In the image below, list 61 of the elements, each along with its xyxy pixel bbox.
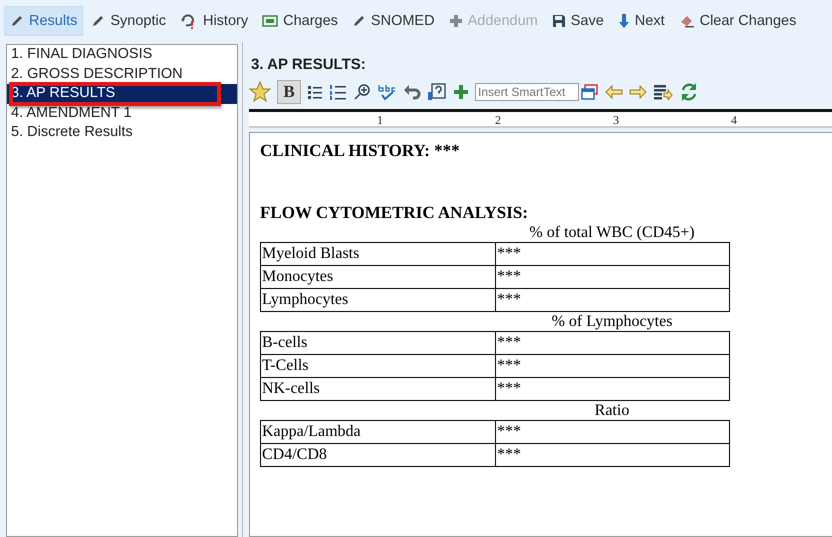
plus-icon bbox=[448, 14, 463, 28]
numbered-list-icon[interactable] bbox=[329, 83, 347, 101]
section-item[interactable]: 4. AMENDMENT 1 bbox=[7, 104, 237, 123]
ruler-number: 4 bbox=[730, 112, 737, 128]
document-heading: CLINICAL HISTORY: *** bbox=[260, 141, 461, 161]
smarttext-field[interactable]: Insert SmartText bbox=[475, 83, 579, 101]
pencil-icon bbox=[352, 14, 366, 28]
table-cell: *** bbox=[496, 354, 730, 378]
table-cell: *** bbox=[496, 332, 730, 354]
table-caption: Ratio bbox=[594, 401, 630, 420]
ruler-number: 1 bbox=[376, 112, 383, 128]
table-cell: Lymphocytes bbox=[260, 288, 496, 312]
left-arrow-icon[interactable] bbox=[605, 85, 623, 99]
table-cell: *** bbox=[496, 266, 730, 288]
table-cell: B-cells bbox=[260, 332, 496, 354]
ruler-number: 2 bbox=[494, 112, 501, 128]
table-cell: *** bbox=[496, 288, 730, 312]
down-arrow-icon bbox=[618, 13, 630, 29]
ruler-number: 3 bbox=[612, 112, 619, 128]
toolbar-button[interactable]: Results bbox=[4, 6, 84, 36]
table-cell: T-Cells bbox=[260, 354, 496, 378]
section-title: 3. AP RESULTS: bbox=[251, 56, 367, 73]
table-caption: % of total WBC (CD45+) bbox=[529, 223, 695, 242]
table-cell: *** bbox=[496, 378, 730, 400]
toolbar-button[interactable]: Save bbox=[546, 6, 610, 36]
toolbar-button[interactable]: History bbox=[174, 6, 254, 36]
section-item[interactable]: 1. FINAL DIAGNOSIS bbox=[7, 45, 237, 64]
plus-icon[interactable] bbox=[453, 84, 469, 100]
eraser-icon bbox=[678, 14, 695, 28]
window-icon[interactable] bbox=[581, 84, 599, 100]
toolbar-button[interactable]: Clear Changes bbox=[672, 6, 802, 36]
table-cell: Myeloid Blasts bbox=[260, 242, 496, 266]
toolbar-button[interactable]: Synoptic bbox=[85, 6, 172, 36]
right-arrow-icon[interactable] bbox=[629, 85, 647, 99]
pencil-icon bbox=[10, 14, 24, 28]
toolbar-button[interactable]: Next bbox=[612, 6, 671, 36]
refresh-icon[interactable] bbox=[679, 82, 699, 102]
table-cell: *** bbox=[496, 420, 730, 444]
pencil-icon bbox=[91, 14, 106, 28]
table-cell: CD4/CD8 bbox=[260, 444, 496, 466]
table-cell: *** bbox=[496, 444, 730, 466]
star-icon[interactable] bbox=[249, 81, 271, 103]
spellcheck-icon[interactable] bbox=[377, 83, 397, 101]
help-icon[interactable] bbox=[427, 82, 447, 102]
bullet-list-icon[interactable] bbox=[307, 84, 323, 100]
bold-button[interactable]: B bbox=[277, 80, 301, 104]
table-cell: NK-cells bbox=[260, 378, 496, 400]
lines-arrow-icon[interactable] bbox=[653, 84, 673, 100]
table-cell: Monocytes bbox=[260, 266, 496, 288]
table-caption: % of Lymphocytes bbox=[552, 312, 672, 331]
document-subheading: FLOW CYTOMETRIC ANALYSIS: bbox=[260, 203, 529, 223]
zoom-in-icon[interactable] bbox=[353, 83, 371, 101]
table-cell: *** bbox=[496, 242, 730, 266]
section-item[interactable]: 5. Discrete Results bbox=[7, 123, 237, 142]
undo-icon[interactable] bbox=[403, 84, 421, 100]
save-icon bbox=[552, 14, 566, 28]
table-cell: Kappa/Lambda bbox=[260, 420, 496, 444]
toolbar-button[interactable]: Charges bbox=[256, 6, 344, 36]
banknote-icon bbox=[262, 15, 278, 27]
section-item[interactable]: 2. GROSS DESCRIPTION bbox=[7, 64, 237, 84]
toolbar-button[interactable]: SNOMED bbox=[346, 6, 441, 36]
